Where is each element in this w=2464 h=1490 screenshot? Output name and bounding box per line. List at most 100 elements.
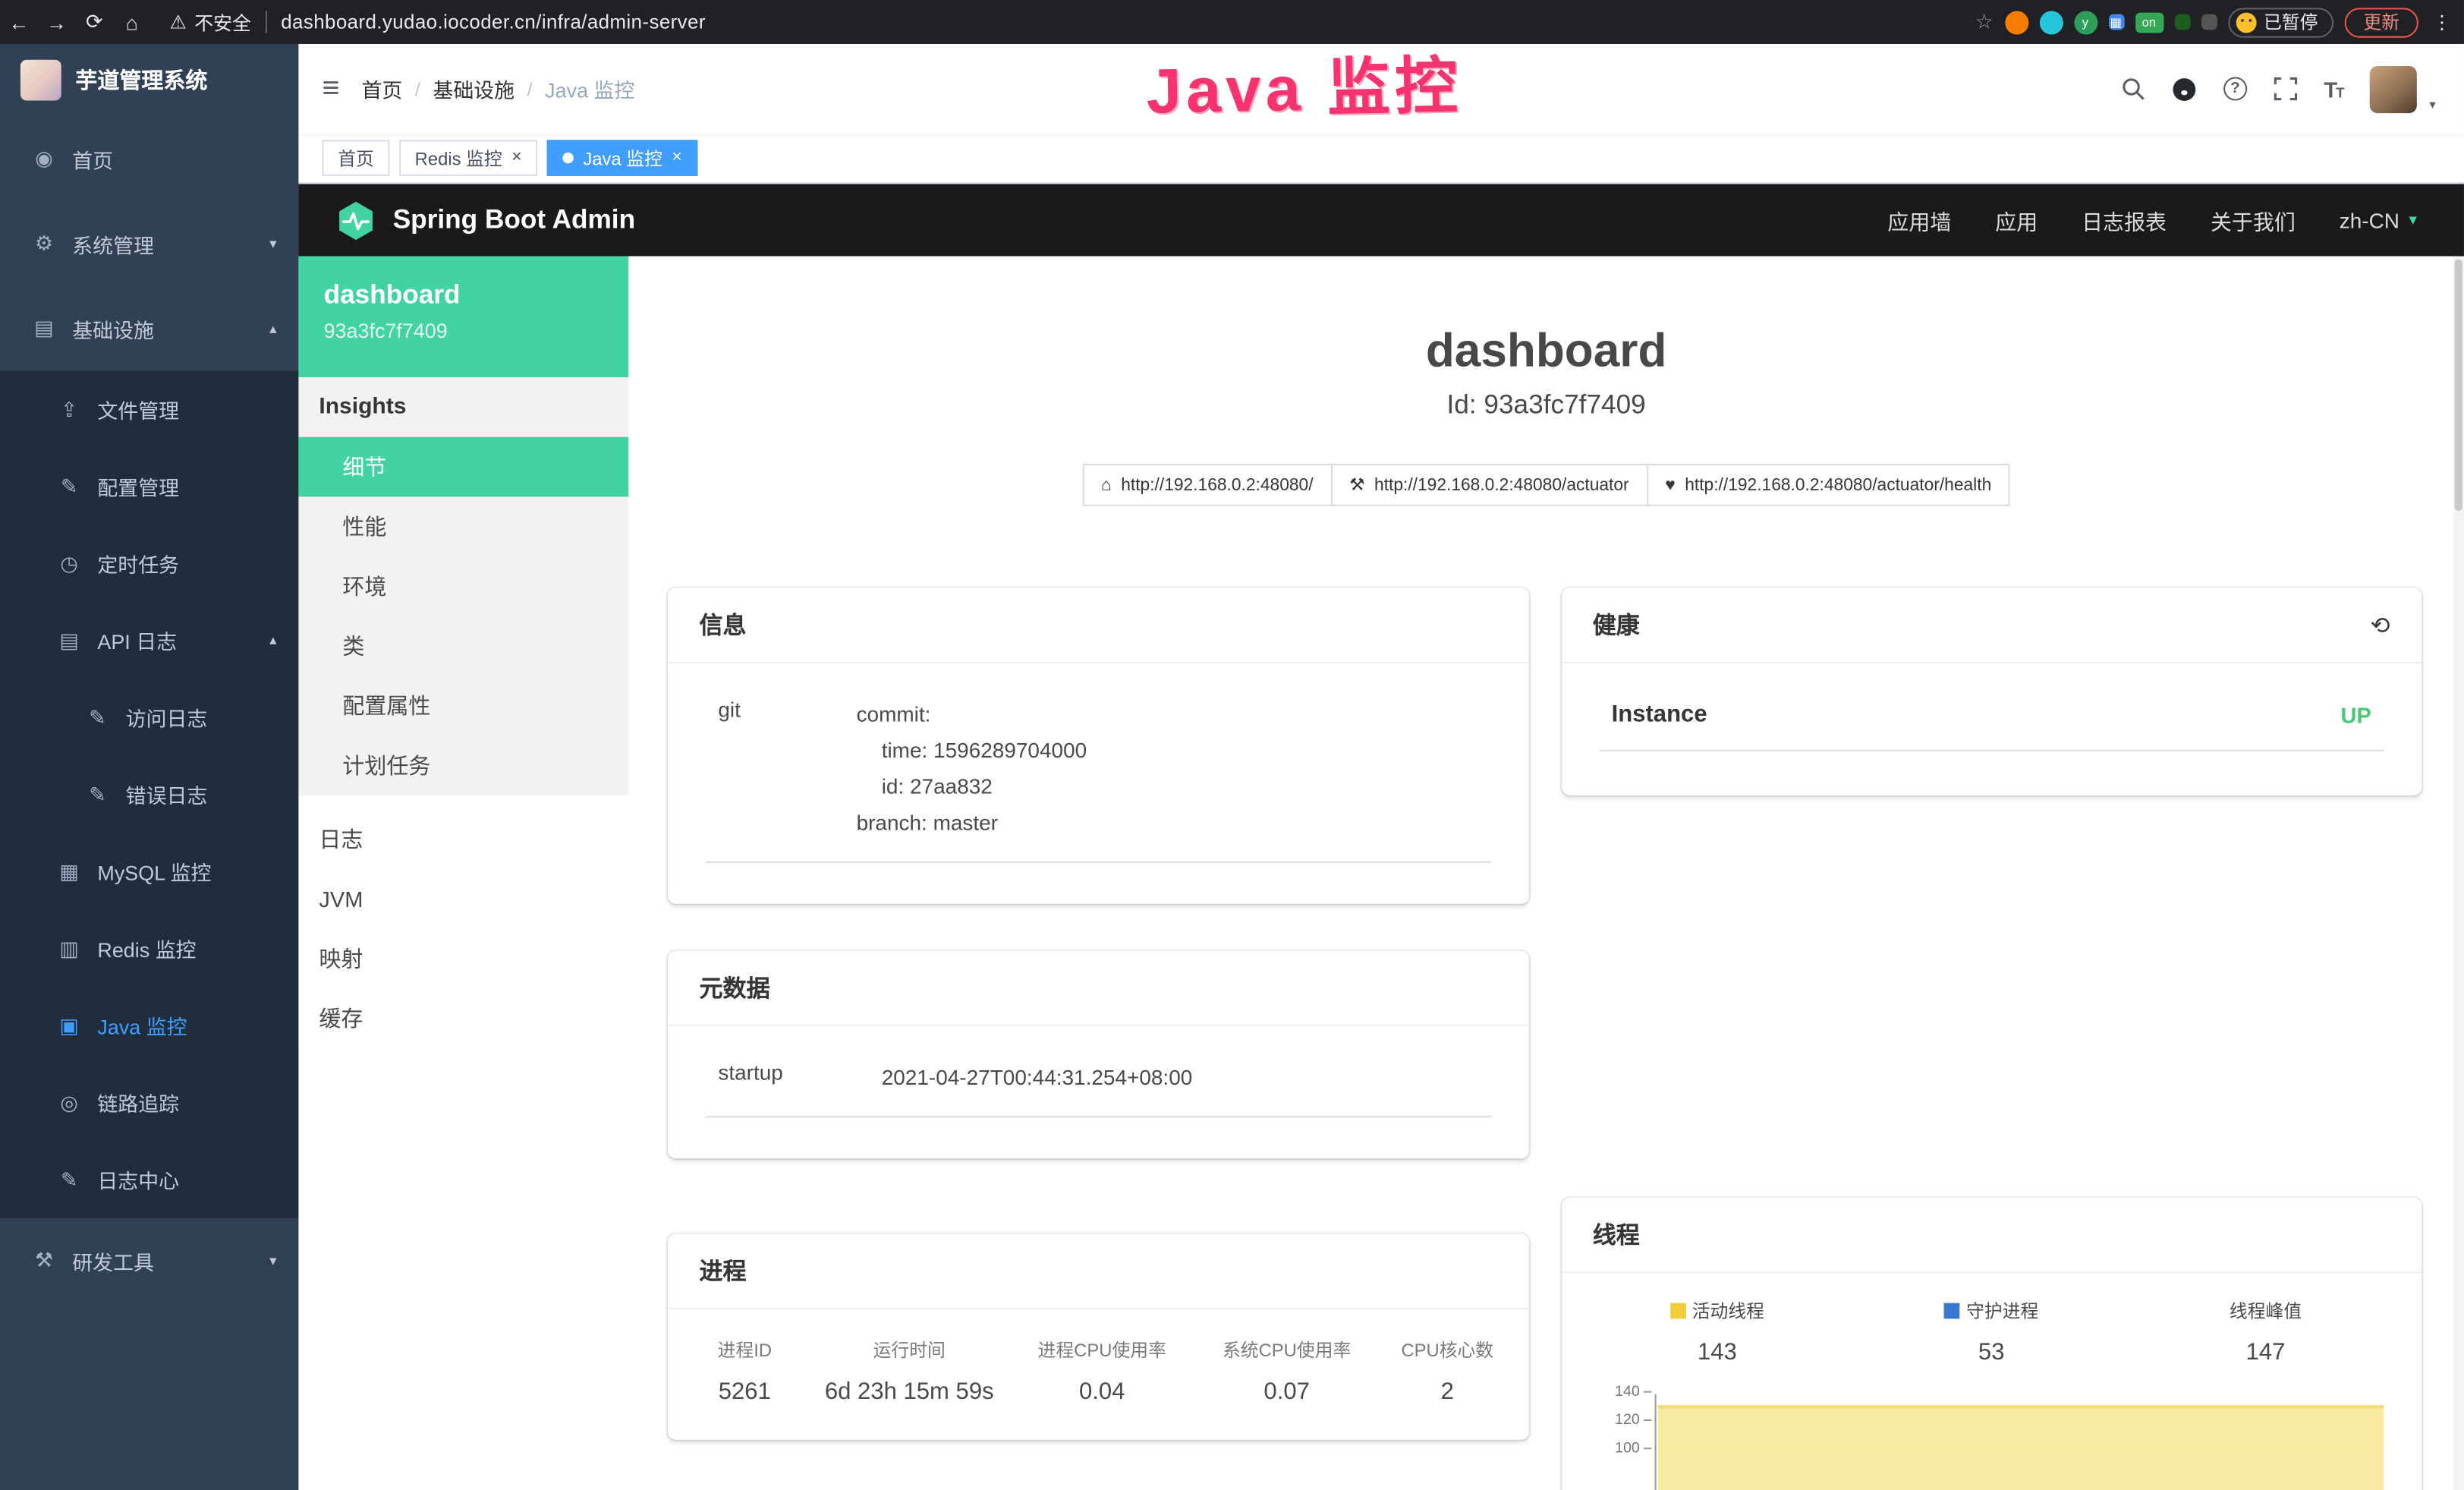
sba-item-environment[interactable]: 环境: [298, 556, 628, 616]
sba-item-scheduled-tasks[interactable]: 计划任务: [298, 736, 628, 795]
sba-item-classes[interactable]: 类: [298, 616, 628, 676]
extension-on-badge[interactable]: on: [2135, 12, 2163, 33]
sba-item-config-props[interactable]: 配置属性: [298, 676, 628, 736]
info-key: git: [706, 698, 857, 842]
security-chip[interactable]: ⚠ 不安全: [170, 8, 251, 35]
sba-nav-applications[interactable]: 应用: [1995, 204, 2038, 235]
sidebar-item-label: 基础设施: [72, 313, 154, 343]
sba-item-logs[interactable]: 日志: [298, 809, 628, 869]
sba-item-metrics[interactable]: 性能: [298, 496, 628, 556]
sidebar-item-error-log[interactable]: ✎ 错误日志: [0, 756, 298, 833]
close-icon[interactable]: ×: [672, 150, 681, 167]
sba-item-caches[interactable]: 缓存: [298, 989, 628, 1049]
warning-icon: ⚠: [170, 11, 187, 33]
back-icon[interactable]: ←: [0, 10, 38, 33]
home-icon[interactable]: ⌂: [113, 10, 151, 33]
heart-icon: ♥: [1665, 475, 1676, 494]
sidebar-item-api-log[interactable]: ▤ API 日志 ▴: [0, 602, 298, 679]
close-icon[interactable]: ×: [511, 150, 521, 167]
browser-menu-icon[interactable]: ⋮: [2433, 11, 2452, 33]
metadata-value: 2021-04-27T00:44:31.254+08:00: [882, 1060, 1193, 1096]
stat-value: 2: [1441, 1378, 1454, 1404]
sidebar-item-java-monitor[interactable]: ▣ Java 监控: [0, 987, 298, 1063]
sidebar-item-infrastructure[interactable]: ▤ 基础设施 ▴: [0, 286, 298, 371]
health-url-button[interactable]: ♥ http://192.168.0.2:48080/actuator/heal…: [1646, 464, 2010, 506]
sidebar-item-tracing[interactable]: ◎ 链路追踪: [0, 1064, 298, 1141]
scrollbar[interactable]: [2453, 257, 2463, 1490]
actuator-url-button[interactable]: ⚒ http://192.168.0.2:48080/actuator: [1330, 464, 1647, 506]
sidebar-item-file-manage[interactable]: ⇪ 文件管理: [0, 371, 298, 448]
sidebar-item-system[interactable]: ⚙ 系统管理 ▾: [0, 201, 298, 286]
info-card-body: git commit: time: 1596289704000 id: 27aa…: [668, 663, 1528, 903]
font-size-icon[interactable]: TT: [2324, 76, 2343, 101]
stat-pid: 进程ID 5261: [681, 1337, 809, 1405]
extension-icon[interactable]: ▦: [2108, 14, 2124, 30]
app-title: 芋道管理系统: [75, 65, 207, 96]
instance-title: dashboard: [628, 326, 2464, 379]
sidebar-fold-icon[interactable]: ≡: [298, 71, 361, 106]
sidebar-item-mysql-monitor[interactable]: ▦ MySQL 监控: [0, 833, 298, 910]
bookmark-star-icon[interactable]: ☆: [1975, 9, 1994, 34]
extension-icon[interactable]: y: [2073, 10, 2097, 33]
help-icon[interactable]: ?: [2223, 77, 2247, 100]
threads-legend: 活动线程 143 守护进程 53: [1580, 1298, 2403, 1366]
sba-nav-about[interactable]: 关于我们: [2211, 204, 2296, 235]
health-card-header: 健康 ⟲: [1561, 587, 2422, 663]
cards-left-column: 信息 git commit: time: 1596289704000 id: 2…: [668, 587, 1528, 1490]
service-url-button[interactable]: ⌂ http://192.168.0.2:48080/: [1082, 464, 1332, 506]
extension-icon[interactable]: [2039, 10, 2063, 33]
breadcrumb-home[interactable]: 首页: [361, 74, 402, 103]
search-icon[interactable]: [2121, 77, 2145, 100]
info-card: 信息 git commit: time: 1596289704000 id: 2…: [668, 587, 1528, 903]
sidebar-item-access-log[interactable]: ✎ 访问日志: [0, 679, 298, 756]
sidebar-item-label: 链路追踪: [97, 1088, 179, 1117]
breadcrumb-infrastructure[interactable]: 基础设施: [433, 74, 515, 103]
sidebar-item-dev-tools[interactable]: ⚒ 研发工具 ▾: [0, 1218, 298, 1303]
sba-locale-select[interactable]: zh-CN ▾: [2340, 208, 2417, 232]
y-tick: 140: [1583, 1383, 1640, 1400]
tools-icon: ⚒: [31, 1248, 56, 1273]
tab-redis-monitor[interactable]: Redis 监控 ×: [399, 140, 537, 176]
sba-instance-id: 93a3fc7f7409: [324, 319, 604, 342]
sidebar-item-scheduled-jobs[interactable]: ◷ 定时任务: [0, 525, 298, 602]
sba-item-details[interactable]: 细节: [298, 437, 628, 497]
card-title: 健康: [1593, 608, 1640, 641]
sidebar-item-redis-monitor[interactable]: ▥ Redis 监控: [0, 910, 298, 987]
profile-paused-chip[interactable]: 已暂停: [2227, 7, 2333, 36]
stat-value: 0.04: [1079, 1378, 1125, 1404]
github-icon[interactable]: [2172, 76, 2197, 101]
y-tick: 100: [1583, 1440, 1640, 1457]
user-avatar[interactable]: [2370, 65, 2417, 112]
history-icon[interactable]: ⟲: [2371, 610, 2390, 638]
url-bar[interactable]: dashboard.yudao.iocoder.cn/infra/admin-s…: [281, 11, 706, 33]
tab-java-monitor[interactable]: Java 监控 ×: [547, 140, 698, 176]
sba-nav-wallboard[interactable]: 应用墙: [1887, 204, 1951, 235]
leaf-extension-icon[interactable]: [2174, 14, 2190, 30]
sba-brand[interactable]: Spring Boot Admin: [298, 199, 635, 241]
legend-value: 143: [1698, 1339, 1737, 1366]
threads-chart: 140 120 100: [1583, 1391, 2396, 1490]
sba-sidebar: dashboard 93a3fc7f7409 Insights 细节 性能 环境…: [298, 257, 628, 1490]
fullscreen-icon[interactable]: [2274, 77, 2297, 100]
sba-item-mappings[interactable]: 映射: [298, 929, 628, 989]
reload-icon[interactable]: ⟳: [75, 9, 113, 34]
legend-swatch-blue: [1944, 1303, 1960, 1319]
tab-home[interactable]: 首页: [323, 140, 390, 176]
forward-icon[interactable]: →: [38, 10, 76, 33]
edit-icon: ✎: [85, 782, 110, 807]
app-logo-image: [20, 60, 61, 101]
stat-process-cpu: 进程CPU使用率 0.04: [1010, 1337, 1194, 1405]
sidebar-item-config-manage[interactable]: ✎ 配置管理: [0, 448, 298, 524]
health-card-body: Instance UP: [1561, 663, 2422, 795]
scrollbar-thumb[interactable]: [2455, 260, 2462, 511]
sba-locale-value: zh-CN: [2340, 208, 2399, 232]
edit-icon: ✎: [57, 1167, 82, 1192]
sba-item-jvm[interactable]: JVM: [298, 869, 628, 929]
sba-nav-journal[interactable]: 日志报表: [2082, 204, 2167, 235]
sidebar-item-log-center[interactable]: ✎ 日志中心: [0, 1141, 298, 1218]
sidebar-item-home[interactable]: ◉ 首页: [0, 116, 298, 201]
browser-update-button[interactable]: 更新: [2345, 7, 2418, 36]
sidebar-item-label: 访问日志: [126, 703, 208, 732]
puzzle-extension-icon[interactable]: [2201, 14, 2217, 30]
extension-icon[interactable]: [2004, 10, 2028, 33]
